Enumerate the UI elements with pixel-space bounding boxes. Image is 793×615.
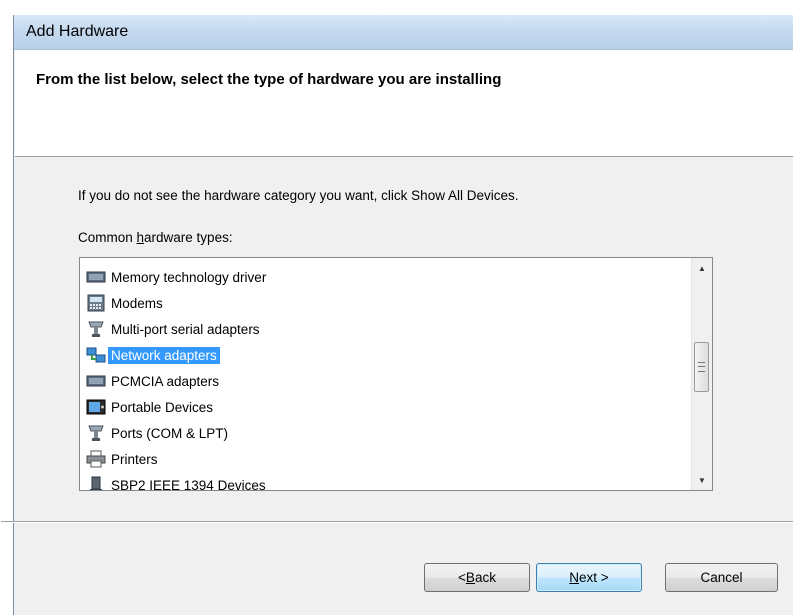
- printer-icon: [86, 450, 106, 468]
- network-adapter-icon: [86, 346, 106, 364]
- scroll-down-arrow-icon[interactable]: ▼: [692, 470, 712, 490]
- window-title: Add Hardware: [26, 23, 129, 40]
- footer-separator: [1, 521, 793, 523]
- list-item-label: Modems: [111, 295, 163, 311]
- list-item-label: Network adapters: [108, 346, 220, 364]
- list-item[interactable]: Portable Devices: [86, 394, 269, 420]
- list-item[interactable]: PCMCIA adapters: [86, 368, 269, 394]
- list-item[interactable]: Ports (COM & LPT): [86, 420, 269, 446]
- list-item[interactable]: Network adapters: [86, 342, 269, 368]
- wizard-header: From the list below, select the type of …: [15, 50, 793, 157]
- list-item[interactable]: Modems: [86, 290, 269, 316]
- list-item-label: Portable Devices: [111, 399, 214, 415]
- port-connector-icon: [86, 424, 106, 442]
- list-item-label: Multi-port serial adapters: [111, 321, 260, 337]
- list-item-label: Memory technology driver: [111, 269, 267, 285]
- list-item-label: SBP2 IEEE 1394 Devices: [111, 477, 266, 491]
- scroll-thumb[interactable]: [694, 342, 709, 392]
- list-item-label: Ports (COM & LPT): [111, 425, 229, 441]
- back-button[interactable]: < Back: [424, 563, 530, 592]
- hardware-types-listbox[interactable]: Memory technology driver Modems Multi-port…: [79, 257, 713, 491]
- scroll-up-arrow-icon[interactable]: ▲: [692, 258, 712, 278]
- pcmcia-card-icon: [86, 372, 106, 390]
- firewire-device-icon: [86, 476, 106, 490]
- next-button[interactable]: Next >: [536, 563, 642, 592]
- page-title: From the list below, select the type of …: [36, 71, 502, 88]
- list-item[interactable]: SBP2 IEEE 1394 Devices: [86, 472, 269, 491]
- list-item-label: Printers: [111, 451, 158, 467]
- modem-icon: [86, 294, 106, 312]
- list-item-label: PCMCIA adapters: [111, 373, 220, 389]
- portable-device-icon: [86, 398, 106, 416]
- list-item[interactable]: Printers: [86, 446, 269, 472]
- vertical-scrollbar[interactable]: ▲ ▼: [691, 258, 712, 490]
- grip-icon: [698, 362, 705, 372]
- title-bar[interactable]: Add Hardware: [14, 15, 793, 50]
- list-label: Common hardware types:: [78, 230, 233, 245]
- list-item[interactable]: Multi-port serial adapters: [86, 316, 269, 342]
- list-item[interactable]: Memory technology driver: [86, 264, 269, 290]
- serial-connector-icon: [86, 320, 106, 338]
- cancel-button[interactable]: Cancel: [665, 563, 778, 592]
- instruction-text: If you do not see the hardware category …: [78, 188, 519, 203]
- memory-card-icon: [86, 268, 106, 286]
- list-items: Memory technology driver Modems Multi-port…: [86, 264, 269, 491]
